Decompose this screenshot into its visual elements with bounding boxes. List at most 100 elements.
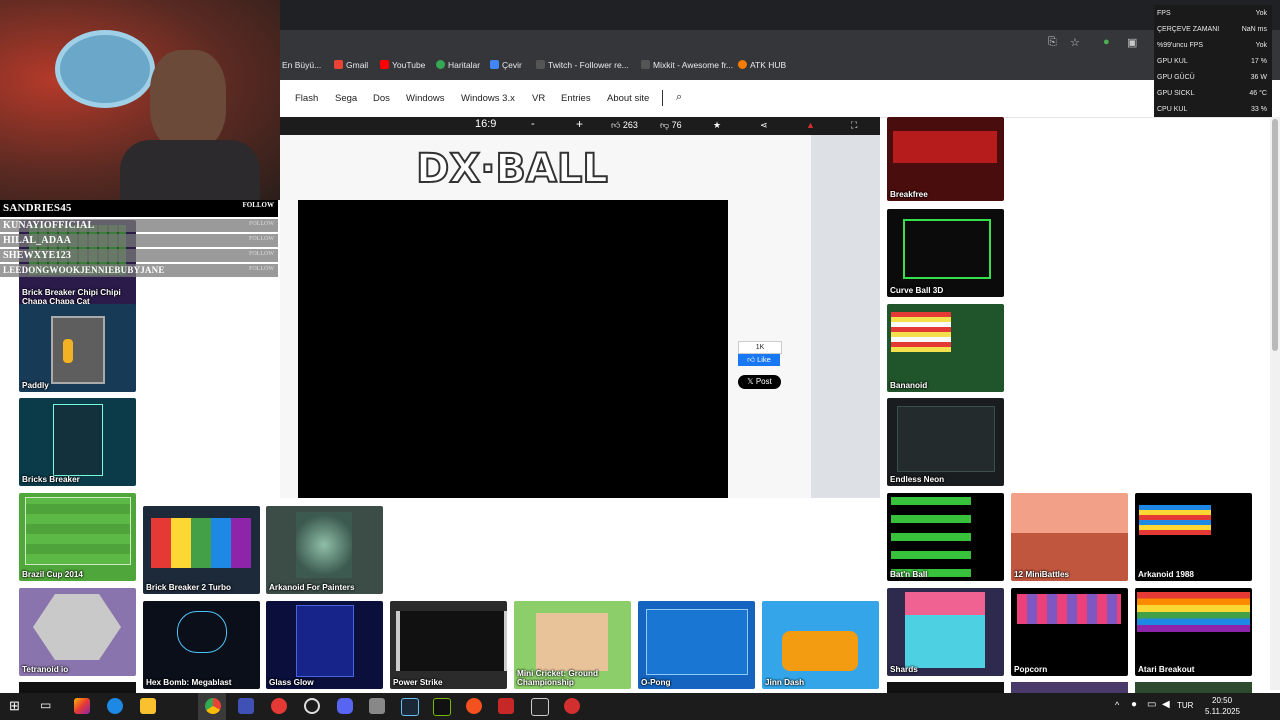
share-icon[interactable]: ⋖ bbox=[760, 120, 768, 131]
extension-shield-icon[interactable]: ● bbox=[1103, 36, 1110, 48]
game-tile[interactable]: Popcorn bbox=[1011, 588, 1128, 676]
nav-about-site[interactable]: About site bbox=[607, 93, 649, 104]
ea-icon[interactable] bbox=[466, 698, 482, 714]
player-side-panel bbox=[811, 135, 880, 498]
translate-bm-icon bbox=[490, 60, 499, 69]
game-tile[interactable]: Glass Glow bbox=[266, 601, 383, 689]
extension-icon[interactable]: ▣ bbox=[1127, 36, 1137, 49]
game-tile[interactable]: Atari Breakout bbox=[1135, 588, 1252, 676]
game-tile[interactable]: Arkanoid For Painters bbox=[266, 506, 383, 594]
game-tile[interactable]: Jinn Dash bbox=[762, 601, 879, 689]
game-tile[interactable]: 12 MiniBattles bbox=[1011, 493, 1128, 581]
epic-games-icon[interactable] bbox=[531, 698, 549, 716]
bookmark-item[interactable]: En Büyü... bbox=[282, 60, 321, 70]
bookmark-maps[interactable]: Haritalar bbox=[436, 60, 480, 70]
bookmark-mixkit[interactable]: Mixkit - Awesome fr... bbox=[641, 60, 733, 70]
speaker-icon[interactable]: ◀ bbox=[1162, 699, 1170, 710]
obs-icon[interactable] bbox=[304, 698, 320, 714]
copilot-icon[interactable] bbox=[74, 698, 90, 714]
dislike-button[interactable]: 👎︎ 76 bbox=[660, 120, 682, 131]
game-tile[interactable]: Brazil Cup 2014 bbox=[19, 493, 136, 581]
game-tile[interactable]: Power Strike bbox=[390, 601, 507, 689]
follower-row: SHEWXYE123 FOLLOW bbox=[0, 249, 278, 262]
app-icon[interactable] bbox=[369, 698, 385, 714]
fullscreen-icon[interactable]: ⛶ bbox=[851, 120, 857, 131]
game-tile[interactable]: Mini Cricket: Ground Championship bbox=[514, 601, 631, 689]
zoom-in-button[interactable]: + bbox=[576, 117, 583, 131]
nav-dos[interactable]: Dos bbox=[373, 93, 390, 104]
favorite-star-icon[interactable]: ★ bbox=[713, 120, 721, 131]
discord-icon[interactable] bbox=[337, 698, 353, 714]
game-tile[interactable]: Bat'n Ball bbox=[887, 493, 1004, 581]
riot-icon[interactable] bbox=[498, 698, 514, 714]
app-icon[interactable] bbox=[564, 698, 580, 714]
game-tile[interactable]: Curve Ball 3D bbox=[887, 209, 1004, 297]
tile-thumb bbox=[151, 518, 251, 568]
facebook-like-widget[interactable]: 1K 👍︎ Like bbox=[738, 341, 782, 367]
scrollbar-thumb[interactable] bbox=[1272, 119, 1278, 351]
tile-thumb bbox=[177, 611, 227, 653]
bookmark-twitch[interactable]: Twitch - Follower re... bbox=[536, 60, 629, 70]
fb-like-button[interactable]: 👍︎ Like bbox=[738, 354, 780, 366]
report-flag-icon[interactable]: ▲ bbox=[806, 120, 815, 130]
steam-icon[interactable] bbox=[401, 698, 419, 716]
app-icon[interactable] bbox=[238, 698, 254, 714]
player-toolbar: 16:9 - + 👍︎ 263 👎︎ 76 ★ ⋖ ▲ ⛶ bbox=[280, 117, 880, 135]
tray-chevron-icon[interactable]: ^ bbox=[1115, 700, 1119, 710]
aspect-ratio-button[interactable]: 16:9 bbox=[475, 118, 496, 130]
clock-date[interactable]: 5.11.2025 bbox=[1205, 707, 1240, 716]
game-tile[interactable]: O-Pong bbox=[638, 601, 755, 689]
zoom-out-button[interactable]: - bbox=[531, 118, 535, 130]
overlay-row: FPS Yok bbox=[1157, 10, 1267, 17]
task-view-icon[interactable]: ▭ bbox=[40, 698, 56, 714]
follower-row: LEEDONGWOOKJENNIEBUBYJANE FOLLOW bbox=[0, 264, 278, 277]
chrome-icon[interactable] bbox=[205, 698, 221, 714]
nav-divider bbox=[662, 90, 663, 106]
language-indicator[interactable]: TUR bbox=[1177, 701, 1193, 710]
nav-sega[interactable]: Sega bbox=[335, 93, 357, 104]
microphone-icon[interactable]: ● bbox=[1131, 699, 1137, 710]
bookmark-gmail[interactable]: Gmail bbox=[334, 60, 368, 70]
network-icon[interactable]: ▭ bbox=[1147, 699, 1156, 710]
webcam-overlay bbox=[0, 0, 280, 200]
translate-icon[interactable]: ⎘ bbox=[1048, 36, 1057, 49]
tile-thumb bbox=[905, 592, 985, 668]
game-tile[interactable]: Tetranoid io bbox=[19, 588, 136, 676]
tile-thumb bbox=[296, 605, 354, 677]
like-button[interactable]: 👍︎ 263 bbox=[611, 120, 638, 131]
nvidia-icon[interactable] bbox=[433, 698, 451, 716]
file-explorer-icon[interactable] bbox=[140, 698, 156, 714]
game-tile[interactable]: Bananoid bbox=[887, 304, 1004, 392]
game-canvas[interactable] bbox=[298, 200, 728, 498]
site-nav: Flash Sega Dos Windows Windows 3.x VR En… bbox=[280, 80, 1280, 118]
tile-thumb bbox=[891, 497, 971, 577]
game-tile[interactable]: Arkanoid 1988 bbox=[1135, 493, 1252, 581]
follower-row: KUNAYIOFFICIAL FOLLOW bbox=[0, 219, 278, 232]
bookmark-youtube[interactable]: YouTube bbox=[380, 60, 425, 70]
search-icon[interactable]: ⌕ bbox=[676, 91, 682, 104]
game-tile[interactable]: Hex Bomb: Megablast bbox=[143, 601, 260, 689]
follower-row: HILAL_ADAA FOLLOW bbox=[0, 234, 278, 247]
game-tile[interactable]: Brick Breaker 2 Turbo bbox=[143, 506, 260, 594]
tile-thumb bbox=[891, 312, 951, 352]
edge-icon[interactable] bbox=[107, 698, 123, 714]
nav-flash[interactable]: Flash bbox=[295, 93, 318, 104]
clock-time[interactable]: 20:50 bbox=[1212, 696, 1232, 705]
game-tile[interactable]: Breakfree bbox=[887, 117, 1004, 201]
nav-windows[interactable]: Windows bbox=[406, 93, 445, 104]
bookmark-translate[interactable]: Çevir bbox=[490, 60, 522, 70]
game-tile[interactable]: Paddly bbox=[19, 304, 136, 392]
game-tile[interactable]: Bricks Breaker bbox=[19, 398, 136, 486]
nav-windows-3x[interactable]: Windows 3.x bbox=[461, 93, 515, 104]
x-post-button[interactable]: 𝕏 Post bbox=[738, 375, 781, 389]
nav-vr[interactable]: VR bbox=[532, 93, 545, 104]
record-icon[interactable] bbox=[271, 698, 287, 714]
nav-entries[interactable]: Entries bbox=[561, 93, 591, 104]
windows-start-icon[interactable]: ⊞ bbox=[9, 698, 25, 714]
tile-thumb bbox=[893, 131, 997, 163]
tile-thumb bbox=[1017, 594, 1121, 624]
bookmark-star-icon[interactable]: ☆ bbox=[1070, 36, 1080, 49]
game-tile[interactable]: Endless Neon bbox=[887, 398, 1004, 486]
game-tile[interactable]: Shards bbox=[887, 588, 1004, 676]
bookmark-atk-hub[interactable]: ATK HUB bbox=[738, 60, 786, 70]
